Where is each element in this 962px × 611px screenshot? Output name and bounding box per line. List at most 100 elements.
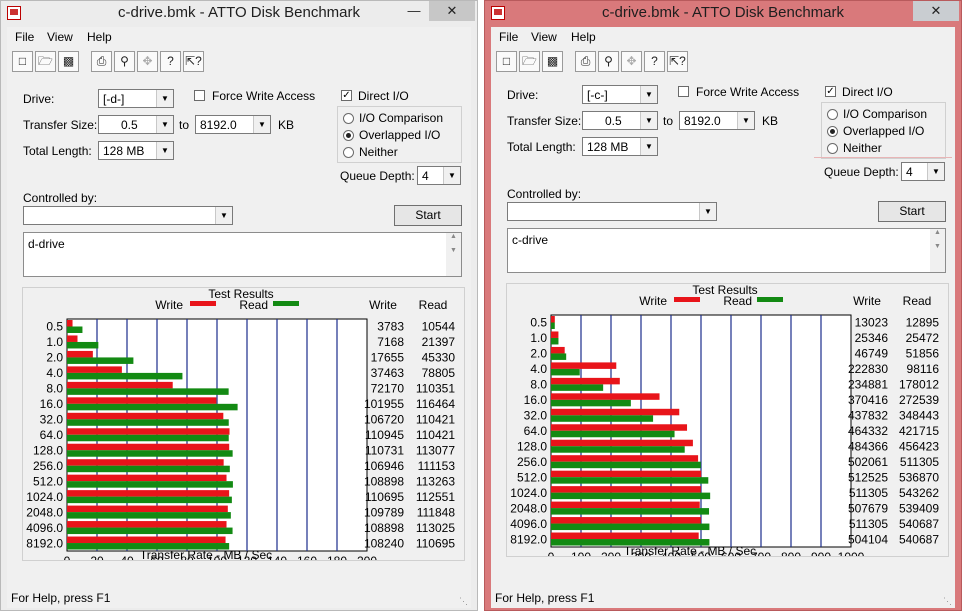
menu-help[interactable]: Help bbox=[87, 30, 112, 44]
write-value: 512525 bbox=[848, 470, 888, 484]
print-icon[interactable]: ⎙ bbox=[91, 51, 112, 72]
read-value: 78805 bbox=[422, 366, 456, 380]
print-preview-icon[interactable]: ⚲ bbox=[598, 51, 619, 72]
write-bar bbox=[67, 335, 78, 342]
category-label: 4096.0 bbox=[510, 517, 547, 531]
close-icon[interactable]: ✕ bbox=[913, 1, 959, 21]
description-textbox[interactable]: c-drive ▲ ▼ bbox=[507, 228, 946, 273]
total-length-value: 128 MB bbox=[587, 140, 629, 154]
save-icon[interactable]: ▩ bbox=[542, 51, 563, 72]
overlapped-io-radio[interactable] bbox=[343, 130, 354, 141]
resize-grip-icon[interactable]: ⋱ bbox=[459, 596, 469, 606]
chevron-down-icon[interactable]: ▼ bbox=[927, 163, 944, 180]
write-bar bbox=[551, 517, 701, 524]
chevron-down-icon[interactable]: ▼ bbox=[699, 203, 716, 220]
menu-view[interactable]: View bbox=[531, 30, 557, 44]
chevron-down-icon[interactable]: ▼ bbox=[640, 138, 657, 155]
x-tick-label: 160 bbox=[297, 554, 317, 560]
transfer-from-select[interactable]: 0.5 ▼ bbox=[582, 111, 658, 130]
help-icon[interactable]: ? bbox=[160, 51, 181, 72]
force-write-checkbox[interactable] bbox=[678, 86, 689, 97]
chevron-down-icon[interactable]: ▼ bbox=[640, 86, 657, 103]
total-length-select[interactable]: 128 MB ▼ bbox=[582, 137, 658, 156]
chevron-down-icon[interactable]: ▼ bbox=[156, 116, 173, 133]
description-scrollbar[interactable]: ▲ ▼ bbox=[446, 233, 461, 276]
drive-select[interactable]: [-c-] ▼ bbox=[582, 85, 658, 104]
total-length-select[interactable]: 128 MB ▼ bbox=[98, 141, 174, 160]
chevron-down-icon[interactable]: ▼ bbox=[737, 112, 754, 129]
overlapped-io-radio[interactable] bbox=[827, 126, 838, 137]
drive-select[interactable]: [-d-] ▼ bbox=[98, 89, 174, 108]
chevron-down-icon[interactable]: ▼ bbox=[215, 207, 232, 224]
write-bar bbox=[551, 346, 565, 354]
title-bar[interactable]: c-drive.bmk - ATTO Disk Benchmark ✕ bbox=[485, 1, 961, 27]
description-textbox[interactable]: d-drive ▲ ▼ bbox=[23, 232, 462, 277]
write-value: 110695 bbox=[365, 490, 404, 504]
close-icon[interactable]: ✕ bbox=[429, 1, 475, 21]
chevron-down-icon[interactable]: ▼ bbox=[443, 167, 460, 184]
description-scrollbar[interactable]: ▲ ▼ bbox=[930, 229, 945, 272]
menu-file[interactable]: File bbox=[499, 30, 518, 44]
controlled-by-select[interactable]: ▼ bbox=[507, 202, 717, 221]
neither-radio[interactable] bbox=[343, 147, 354, 158]
save-icon[interactable]: ▩ bbox=[58, 51, 79, 72]
overlapped-io-label: Overlapped I/O bbox=[843, 124, 925, 138]
start-button[interactable]: Start bbox=[394, 205, 462, 226]
new-icon[interactable]: □ bbox=[12, 51, 33, 72]
write-value: 106720 bbox=[364, 413, 404, 427]
total-length-label: Total Length: bbox=[23, 144, 92, 158]
start-button[interactable]: Start bbox=[878, 201, 946, 222]
resize-grip-icon[interactable]: ⋱ bbox=[943, 596, 953, 606]
category-label: 4.0 bbox=[46, 366, 63, 380]
open-icon[interactable]: 🗁 bbox=[519, 51, 540, 72]
minimize-icon[interactable]: — bbox=[401, 1, 427, 21]
print-preview-icon[interactable]: ⚲ bbox=[114, 51, 135, 72]
io-comparison-radio[interactable] bbox=[343, 113, 354, 124]
new-icon[interactable]: □ bbox=[496, 51, 517, 72]
menu-help[interactable]: Help bbox=[571, 30, 596, 44]
to-label: to bbox=[179, 118, 190, 132]
read-value: 456423 bbox=[899, 439, 939, 453]
x-tick-label: 400 bbox=[661, 550, 681, 556]
category-label: 128.0 bbox=[33, 443, 63, 457]
neither-radio[interactable] bbox=[827, 143, 838, 154]
chevron-down-icon[interactable]: ▼ bbox=[253, 116, 270, 133]
context-help-icon[interactable]: ⇱? bbox=[183, 51, 204, 72]
force-write-checkbox[interactable] bbox=[194, 90, 205, 101]
direct-io-checkbox[interactable]: ✓ bbox=[341, 90, 352, 101]
chevron-down-icon[interactable]: ▼ bbox=[156, 90, 173, 107]
write-bar bbox=[67, 521, 227, 528]
chevron-down-icon[interactable]: ▼ bbox=[640, 112, 657, 129]
client-area: File View Help □ 🗁 ▩ ⎙ ⚲ ✥ ? ⇱? Drive: [… bbox=[491, 27, 955, 588]
read-value: 21397 bbox=[422, 335, 456, 349]
controlled-by-select[interactable]: ▼ bbox=[23, 206, 233, 225]
context-help-icon[interactable]: ⇱? bbox=[667, 51, 688, 72]
title-bar[interactable]: c-drive.bmk - ATTO Disk Benchmark — ✕ bbox=[1, 1, 477, 27]
transfer-from-select[interactable]: 0.5 ▼ bbox=[98, 115, 174, 134]
help-icon[interactable]: ? bbox=[644, 51, 665, 72]
direct-io-checkbox[interactable]: ✓ bbox=[825, 86, 836, 97]
transfer-size-label: Transfer Size: bbox=[507, 114, 582, 128]
legend-write-label: Write bbox=[155, 298, 183, 312]
write-value: 504104 bbox=[848, 532, 888, 546]
open-icon[interactable]: 🗁 bbox=[35, 51, 56, 72]
write-bar bbox=[67, 459, 224, 466]
x-tick-label: 100 bbox=[207, 554, 227, 560]
menu-view[interactable]: View bbox=[47, 30, 73, 44]
move-icon[interactable]: ✥ bbox=[621, 51, 642, 72]
x-tick-label: 80 bbox=[180, 554, 194, 560]
transfer-to-select[interactable]: 8192.0 ▼ bbox=[195, 115, 271, 134]
category-label: 64.0 bbox=[40, 428, 64, 442]
queue-depth-select[interactable]: 4 ▼ bbox=[901, 162, 945, 181]
write-value: 106946 bbox=[364, 459, 404, 473]
queue-depth-select[interactable]: 4 ▼ bbox=[417, 166, 461, 185]
io-comparison-radio[interactable] bbox=[827, 109, 838, 120]
read-bar bbox=[551, 368, 580, 376]
menu-file[interactable]: File bbox=[15, 30, 34, 44]
move-icon[interactable]: ✥ bbox=[137, 51, 158, 72]
read-bar bbox=[551, 384, 604, 391]
chevron-down-icon[interactable]: ▼ bbox=[156, 142, 173, 159]
print-icon[interactable]: ⎙ bbox=[575, 51, 596, 72]
transfer-to-select[interactable]: 8192.0 ▼ bbox=[679, 111, 755, 130]
results-chart: Test Results Write Read Write Read Trans… bbox=[510, 284, 939, 556]
